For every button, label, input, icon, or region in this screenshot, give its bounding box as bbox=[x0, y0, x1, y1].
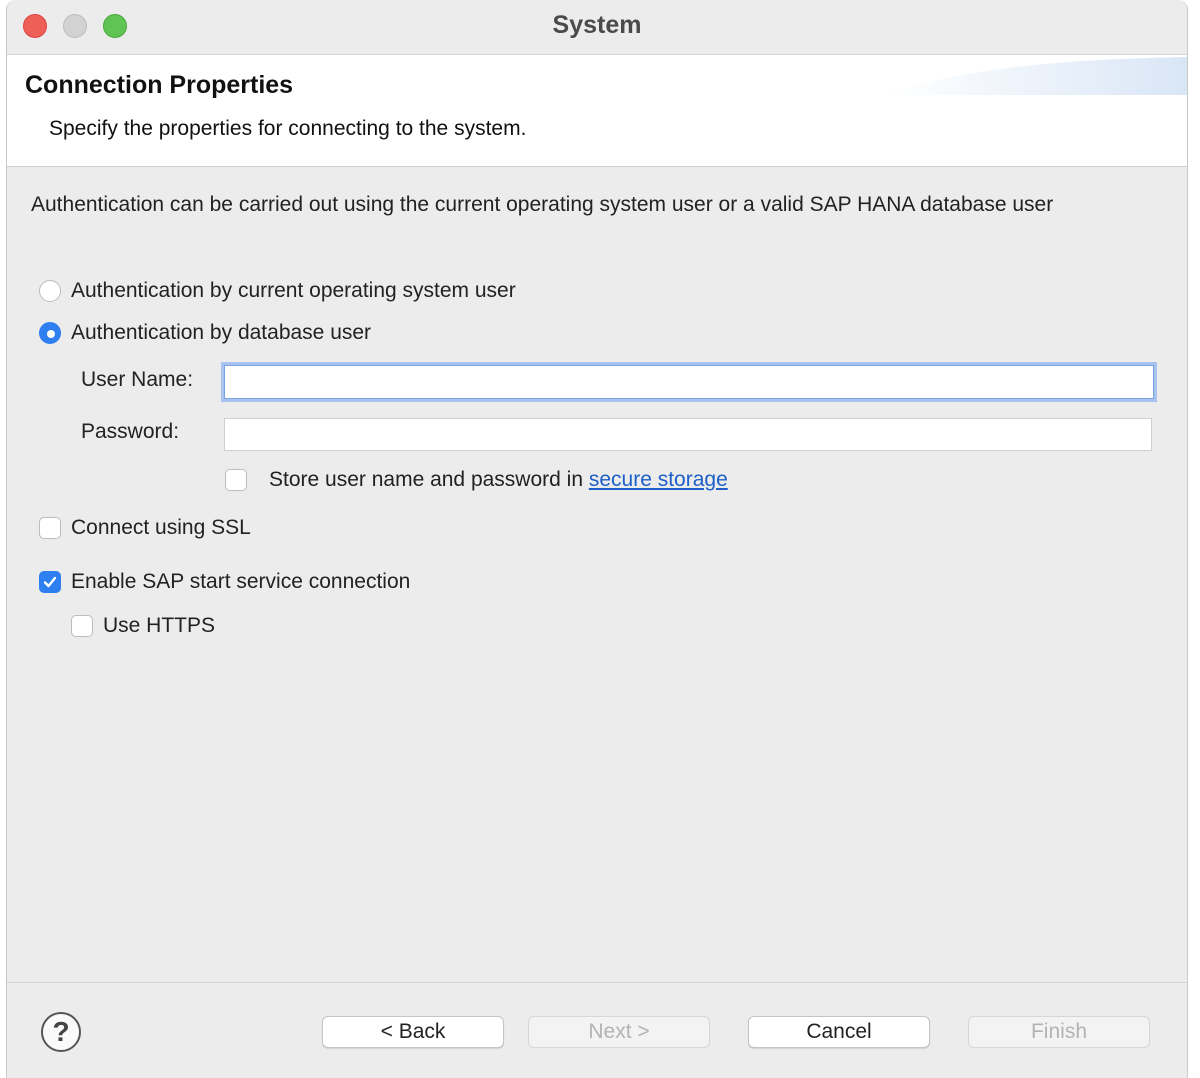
store-credentials-label: Store user name and password in secure s… bbox=[269, 468, 728, 492]
dialog-window: System Connection Properties Specify the… bbox=[6, 0, 1188, 1078]
username-label: User Name: bbox=[81, 368, 194, 391]
ssl-option[interactable]: Connect using SSL bbox=[39, 516, 251, 540]
password-input[interactable] bbox=[224, 418, 1152, 451]
store-credentials-option[interactable]: Store user name and password in secure s… bbox=[225, 468, 728, 492]
ssl-checkbox[interactable] bbox=[39, 517, 61, 539]
secure-storage-link[interactable]: secure storage bbox=[589, 468, 728, 491]
username-input[interactable] bbox=[224, 365, 1154, 399]
https-label: Use HTTPS bbox=[103, 614, 216, 637]
back-button[interactable]: < Back bbox=[322, 1016, 504, 1048]
store-credentials-text: Store user name and password in bbox=[269, 468, 589, 491]
help-icon[interactable]: ? bbox=[41, 1012, 81, 1052]
checkmark-icon bbox=[43, 576, 57, 588]
intro-text: Authentication can be carried out using … bbox=[31, 193, 1054, 216]
window-title: System bbox=[552, 11, 642, 39]
sap-start-checkbox[interactable] bbox=[39, 571, 61, 593]
store-credentials-checkbox[interactable] bbox=[225, 469, 247, 491]
radio-os-user-button[interactable] bbox=[39, 280, 61, 302]
page-description: Specify the properties for connecting to… bbox=[49, 117, 527, 140]
next-button[interactable]: Next > bbox=[528, 1016, 710, 1048]
radio-os-user-label: Authentication by current operating syst… bbox=[71, 279, 516, 302]
radio-db-user-button[interactable] bbox=[39, 322, 61, 344]
password-label: Password: bbox=[81, 420, 180, 443]
radio-db-user-label: Authentication by database user bbox=[71, 321, 372, 344]
radio-db-user[interactable]: Authentication by database user bbox=[39, 321, 371, 345]
cancel-button[interactable]: Cancel bbox=[748, 1016, 930, 1048]
https-option[interactable]: Use HTTPS bbox=[71, 614, 215, 638]
footer-divider bbox=[7, 982, 1187, 983]
finish-button[interactable]: Finish bbox=[968, 1016, 1150, 1048]
ssl-label: Connect using SSL bbox=[71, 516, 251, 539]
page-title: Connection Properties bbox=[25, 71, 294, 99]
https-checkbox[interactable] bbox=[71, 615, 93, 637]
banner-graphic bbox=[887, 57, 1187, 95]
wizard-header: Connection Properties Specify the proper… bbox=[7, 55, 1187, 167]
sap-start-option[interactable]: Enable SAP start service connection bbox=[39, 570, 410, 594]
title-bar: System bbox=[7, 0, 1187, 55]
sap-start-label: Enable SAP start service connection bbox=[71, 570, 411, 593]
radio-os-user[interactable]: Authentication by current operating syst… bbox=[39, 279, 516, 303]
